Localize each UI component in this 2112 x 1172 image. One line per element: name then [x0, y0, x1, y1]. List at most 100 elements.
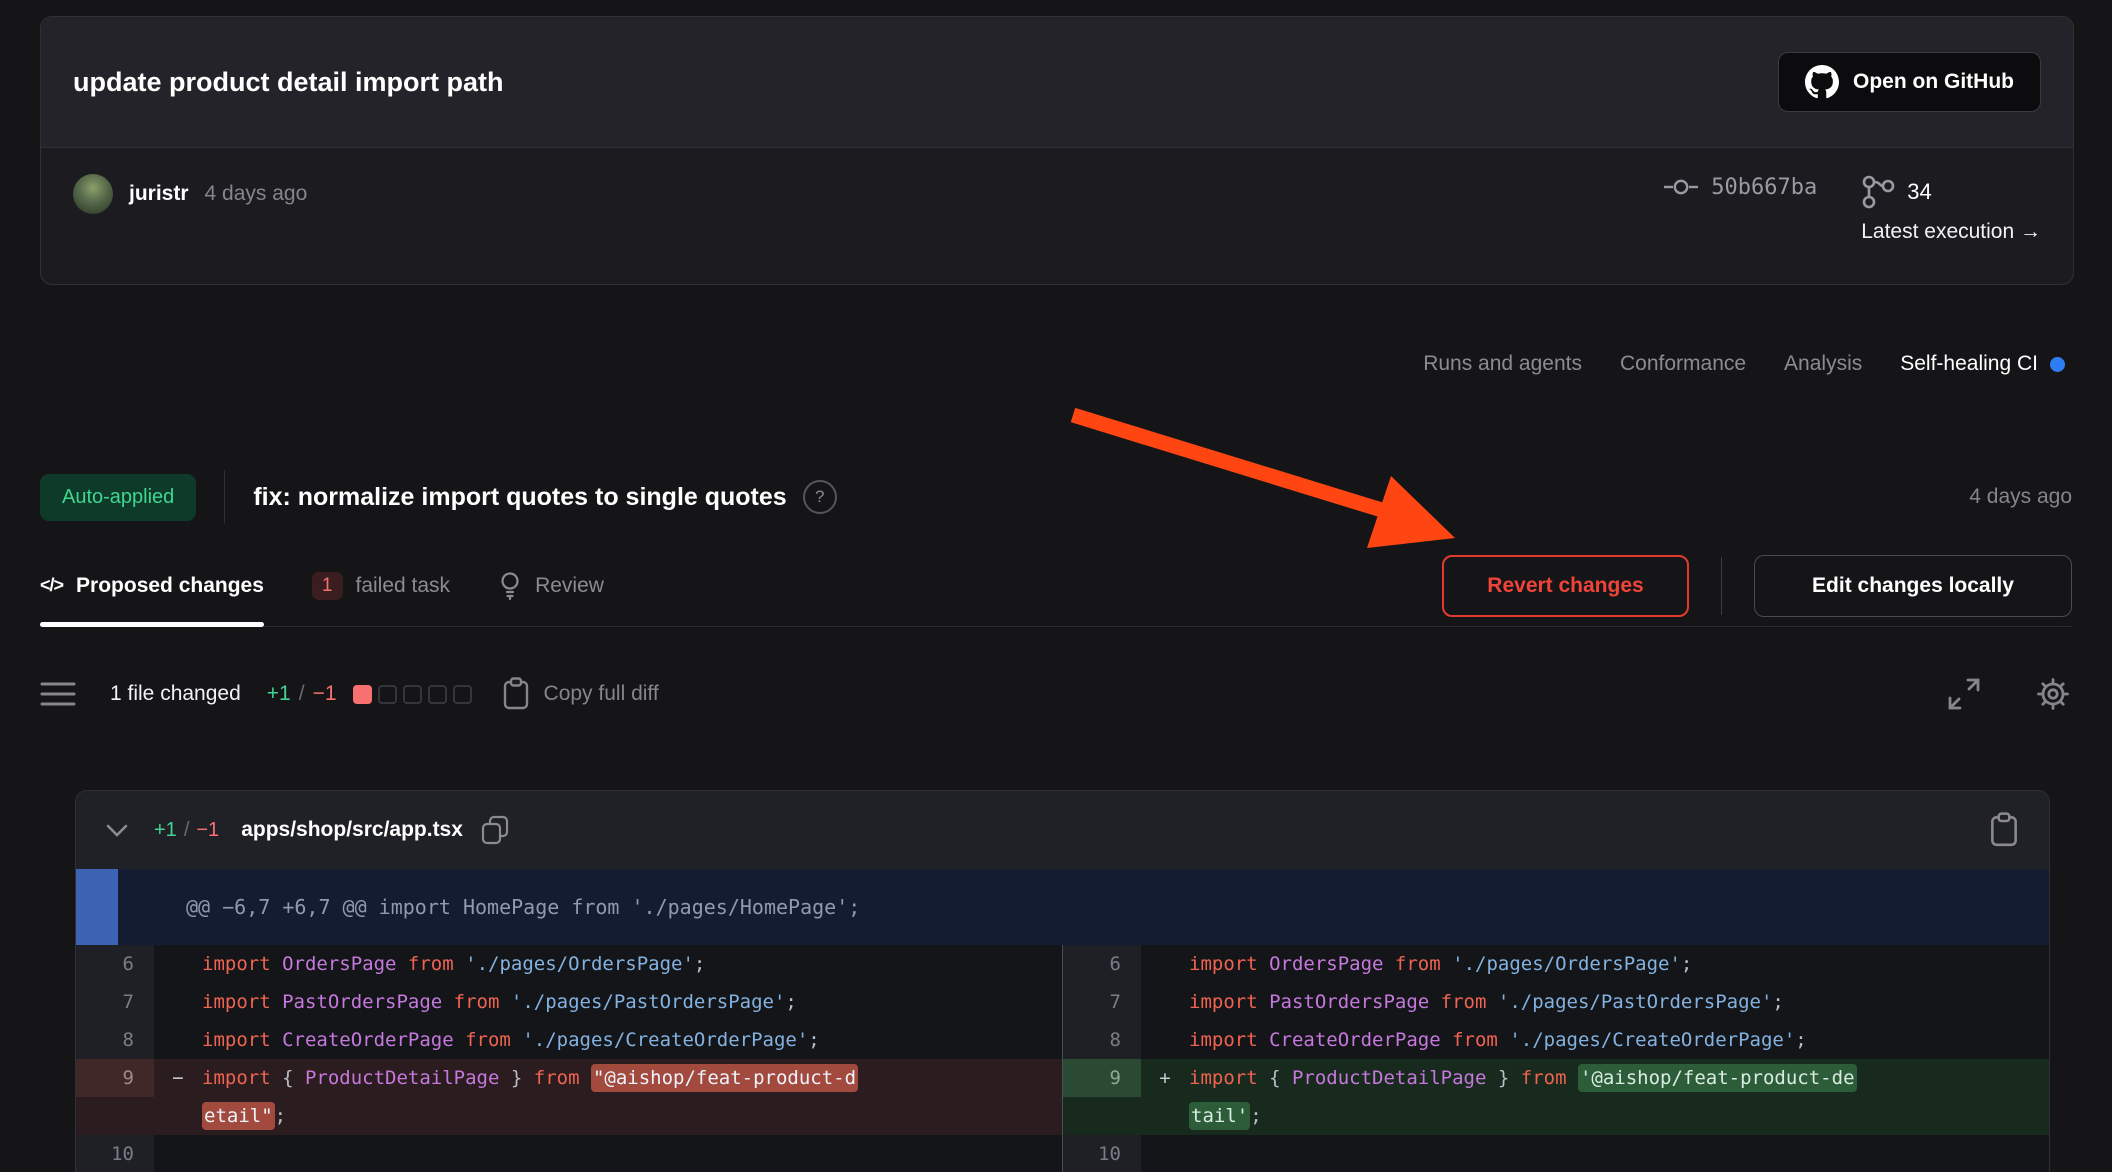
clipboard-icon [502, 677, 530, 711]
diff-ratio-square [428, 685, 447, 704]
diff-row: 8 import CreateOrderPage from './pages/Cr… [1063, 1021, 2049, 1059]
tab-proposed-changes-label: Proposed changes [76, 574, 264, 598]
line-number: 7 [1063, 983, 1141, 1021]
file-path: apps/shop/src/app.tsx [241, 818, 463, 842]
line-number: 10 [1063, 1135, 1141, 1172]
execution-count: 34 [1907, 179, 1931, 205]
copy-path-icon[interactable] [481, 815, 509, 845]
revert-changes-button[interactable]: Revert changes [1442, 555, 1689, 617]
divider [224, 470, 225, 524]
execution-count-row[interactable]: 34 [1861, 174, 1931, 210]
hamburger-menu-icon[interactable] [40, 680, 76, 708]
diff-row: 7 import PastOrdersPage from './pages/Pas… [1063, 983, 2049, 1021]
nav-tab-label: Self-healing CI [1900, 352, 2038, 376]
tab-failed-task[interactable]: 1 failed task [312, 545, 450, 626]
file-additions: +1 [154, 819, 177, 842]
diff-row: 10 [1063, 1135, 2049, 1172]
commit-time: 4 days ago [205, 182, 308, 206]
diff-row: 9+import { ProductDetailPage } from '@ai… [1063, 1059, 2049, 1135]
lightbulb-icon [498, 571, 522, 601]
gear-icon[interactable] [2034, 675, 2072, 713]
line-number: 6 [1063, 945, 1141, 983]
commit-card-body: juristr 4 days ago 50b667ba 34 [41, 148, 2073, 244]
code-line: import CreateOrderPage from './pages/Cre… [1189, 1021, 2049, 1059]
hunk-gutter-bar [76, 869, 118, 945]
detail-tabs-row: </> Proposed changes 1 failed task Revie… [40, 545, 2072, 627]
code-line: import { ProductDetailPage } from '@aish… [1189, 1059, 2049, 1135]
divider [1721, 557, 1722, 615]
line-number: 8 [76, 1021, 154, 1059]
fix-time: 4 days ago [1969, 485, 2072, 509]
line-number: 8 [1063, 1021, 1141, 1059]
code-line: import OrdersPage from './pages/OrdersPa… [202, 945, 1062, 983]
action-buttons: Revert changes Edit changes locally [1442, 555, 2072, 617]
diff-ratio-square [403, 685, 422, 704]
copy-full-diff-button[interactable]: Copy full diff [502, 677, 659, 711]
fix-header-row: Auto-applied fix: normalize import quote… [40, 470, 2072, 524]
code-line: import PastOrdersPage from './pages/Past… [1189, 983, 2049, 1021]
tab-review[interactable]: Review [498, 545, 604, 626]
commit-icon [1663, 174, 1699, 200]
files-changed-label: 1 file changed [110, 682, 241, 706]
nav-tab-conformance[interactable]: Conformance [1620, 352, 1746, 376]
failed-count-badge: 1 [312, 572, 343, 600]
open-on-github-label: Open on GitHub [1853, 70, 2014, 94]
line-number: 9 [1063, 1059, 1141, 1097]
workflow-icon [1861, 174, 1895, 210]
top-nav-tabs: Runs and agents Conformance Analysis Self-h… [1423, 352, 2065, 376]
diff-sign: − [154, 1059, 202, 1097]
edit-changes-locally-button[interactable]: Edit changes locally [1754, 555, 2072, 617]
diff-pane-old: 6 import OrdersPage from './pages/OrdersP… [76, 945, 1062, 1172]
diff-row: 6 import OrdersPage from './pages/OrdersP… [76, 945, 1062, 983]
commit-meta: 50b667ba 34 Latest execution → [1663, 174, 2041, 244]
tab-failed-task-label: failed task [356, 574, 451, 598]
tab-proposed-changes[interactable]: </> Proposed changes [40, 545, 264, 626]
diff-ratio-square [353, 685, 372, 704]
toolbar-right [1946, 675, 2072, 713]
hunk-header: @@ −6,7 +6,7 @@ import HomePage from './… [76, 869, 2049, 945]
chevron-down-icon[interactable] [106, 824, 128, 837]
diff-ratio-square [378, 685, 397, 704]
code-line [1189, 1135, 2049, 1172]
notification-dot-icon [2050, 357, 2065, 372]
latest-execution-link[interactable]: Latest execution → [1861, 220, 2041, 244]
diff-row: 7import PastOrdersPage from './pages/Pas… [76, 983, 1062, 1021]
diff-row: 8 import CreateOrderPage from './pages/Cr… [76, 1021, 1062, 1059]
line-number: 6 [76, 945, 154, 983]
code-line [202, 1135, 1062, 1172]
additions-count: +1 [267, 682, 291, 706]
nav-tab-analysis[interactable]: Analysis [1784, 352, 1862, 376]
slash: / [184, 819, 190, 842]
avatar [73, 174, 113, 214]
code-line: import OrdersPage from './pages/OrdersPa… [1189, 945, 2049, 983]
open-on-github-button[interactable]: Open on GitHub [1778, 52, 2041, 112]
code-line: import { ProductDetailPage } from "@aish… [202, 1059, 1062, 1135]
commit-card: update product detail import path Open o… [40, 16, 2074, 285]
file-diff-card: +1 / −1 apps/shop/src/app.tsx @@ −6,7 +6… [75, 790, 2050, 1172]
diff-row: 6 import OrdersPage from './pages/OrdersP… [1063, 945, 2049, 983]
code-line: import CreateOrderPage from './pages/Cre… [202, 1021, 1062, 1059]
arrow-right-icon: → [2020, 220, 2041, 243]
diff-ratio-square [453, 685, 472, 704]
file-diff-header: +1 / −1 apps/shop/src/app.tsx [76, 791, 2049, 869]
fullscreen-icon[interactable] [1946, 676, 1982, 712]
commit-card-header: update product detail import path Open o… [41, 17, 2073, 148]
copy-full-diff-label: Copy full diff [544, 682, 659, 706]
nav-tab-label: Conformance [1620, 352, 1746, 376]
auto-applied-badge: Auto-applied [40, 474, 196, 521]
nav-tab-runs-and-agents[interactable]: Runs and agents [1423, 352, 1582, 376]
nav-tab-self-healing-ci[interactable]: Self-healing CI [1900, 352, 2065, 376]
commit-hash-group[interactable]: 50b667ba [1663, 174, 1817, 200]
self-healing-ci-page: update product detail import path Open o… [0, 0, 2112, 1172]
deletions-count: −1 [313, 682, 337, 706]
diff-sign: + [1141, 1059, 1189, 1097]
help-icon[interactable]: ? [803, 480, 837, 514]
execution-group: 34 Latest execution → [1861, 174, 2041, 244]
commit-hash: 50b667ba [1711, 175, 1817, 200]
diff-row: 10 [76, 1135, 1062, 1172]
line-number: 10 [76, 1135, 154, 1172]
diff-toolbar: 1 file changed +1 / −1 Copy full diff [40, 650, 2072, 738]
commit-title: update product detail import path [73, 67, 504, 98]
file-diff-stats: +1 / −1 [154, 819, 219, 842]
copy-file-diff-icon[interactable] [1989, 812, 2019, 848]
